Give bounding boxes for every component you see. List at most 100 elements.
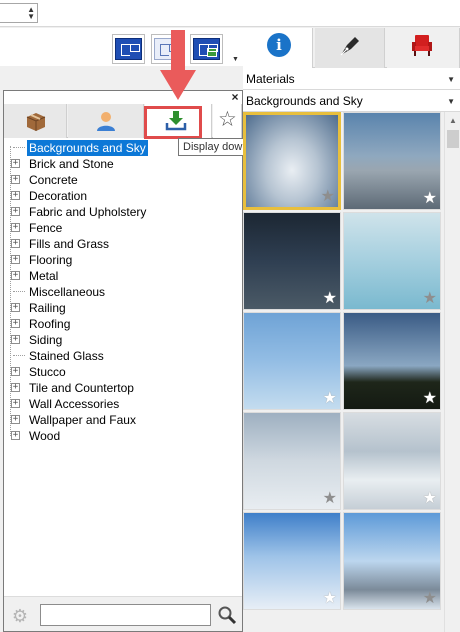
favorite-star-icon[interactable]: ★	[323, 491, 337, 507]
expand-icon[interactable]: +	[11, 207, 20, 216]
tree-item-label: Railing	[29, 301, 66, 315]
material-thumbnail[interactable]: ★	[243, 112, 341, 210]
material-thumbnail[interactable]: ★	[343, 412, 441, 510]
tree-item[interactable]: + Flooring	[5, 252, 239, 268]
favorite-star-icon[interactable]: ★	[423, 591, 437, 607]
tree-item-label: Flooring	[29, 253, 73, 267]
tree-item-label: Fence	[29, 221, 63, 235]
favorite-star-icon[interactable]: ★	[423, 491, 437, 507]
tree-item[interactable]: + Railing	[5, 300, 239, 316]
favorite-star-icon[interactable]: ★	[323, 291, 337, 307]
package-box-icon	[26, 113, 46, 131]
tree-connector	[13, 355, 25, 356]
favorite-star-icon[interactable]: ★	[423, 291, 437, 307]
favorite-star-icon[interactable]: ★	[323, 591, 337, 607]
tree-item-label: Wallpaper and Faux	[29, 413, 136, 427]
favorite-star-icon[interactable]: ★	[321, 189, 335, 205]
material-thumbnail[interactable]: ★	[243, 212, 341, 310]
tree-item[interactable]: + Wall Accessories	[5, 396, 239, 412]
favorite-star-icon[interactable]: ★	[423, 191, 437, 207]
expand-icon[interactable]: +	[11, 239, 20, 248]
favorite-star-icon[interactable]: ★	[423, 391, 437, 407]
magnifier-icon	[218, 606, 237, 625]
material-thumbnail[interactable]: ★	[343, 312, 441, 410]
search-input[interactable]	[40, 604, 211, 626]
material-thumbnail[interactable]: ★	[343, 212, 441, 310]
tab-furniture[interactable]	[387, 28, 460, 68]
tree-item[interactable]: + Wood	[5, 428, 239, 444]
tree-item[interactable]: Stained Glass	[5, 348, 239, 364]
tree-item[interactable]: + Fabric and Upholstery	[5, 204, 239, 220]
expand-icon[interactable]: +	[11, 367, 20, 376]
expand-icon[interactable]: +	[11, 271, 20, 280]
material-thumbnail[interactable]: ★	[343, 112, 441, 210]
tree-item-label: Fills and Grass	[29, 237, 110, 251]
fountain-pen-icon	[340, 37, 359, 56]
chevron-down-icon: ▼	[447, 97, 455, 106]
expand-icon[interactable]: +	[11, 383, 20, 392]
spin-buttons[interactable]: ▲ ▼	[27, 6, 35, 21]
tree-item[interactable]: + Brick and Stone	[5, 156, 239, 172]
category-select-value: Materials	[246, 72, 295, 86]
tab-library[interactable]	[4, 104, 67, 138]
tree-item-label: Concrete	[29, 173, 78, 187]
tree-item[interactable]: Backgrounds and Sky	[5, 140, 239, 156]
scroll-up-icon[interactable]: ▲	[449, 116, 457, 125]
tree-item[interactable]: + Tile and Countertop	[5, 380, 239, 396]
tab-info[interactable]: i	[243, 28, 313, 68]
expand-icon[interactable]: +	[11, 319, 20, 328]
tab-user-catalog[interactable]	[68, 104, 144, 138]
category-select[interactable]: Materials ▼	[243, 68, 460, 90]
toolbar-overflow-arrow[interactable]: ▼	[232, 56, 239, 63]
tree-item-label: Stained Glass	[29, 349, 104, 363]
tree-item[interactable]: Miscellaneous	[5, 284, 239, 300]
tree-item[interactable]: + Siding	[5, 332, 239, 348]
tree-item[interactable]: + Fence	[5, 220, 239, 236]
material-thumbnail[interactable]: ★	[243, 412, 341, 510]
close-icon[interactable]: ×	[229, 90, 241, 104]
tree-item-label: Siding	[29, 333, 63, 347]
tree-item-label: Backgrounds and Sky	[27, 140, 148, 156]
tree-item[interactable]: + Metal	[5, 268, 239, 284]
expand-icon[interactable]: +	[11, 431, 20, 440]
vertical-scrollbar[interactable]: ▲	[444, 112, 460, 632]
info-icon: i	[267, 33, 291, 57]
expand-icon[interactable]: +	[11, 399, 20, 408]
top-combobox[interactable]: ▲ ▼	[0, 3, 38, 23]
material-thumbnail[interactable]: ★	[243, 512, 341, 610]
expand-icon[interactable]: +	[11, 255, 20, 264]
material-thumbnail[interactable]: ★	[243, 312, 341, 410]
expand-icon[interactable]: +	[11, 303, 20, 312]
tree-item[interactable]: + Decoration	[5, 188, 239, 204]
subcategory-select-value: Backgrounds and Sky	[246, 94, 363, 108]
floor-plan-icon	[115, 38, 142, 60]
top-bar: ▲ ▼	[0, 0, 460, 27]
subcategory-select[interactable]: Backgrounds and Sky ▼	[243, 90, 460, 112]
annotation-arrow	[160, 30, 196, 100]
scroll-thumb[interactable]	[447, 130, 459, 148]
armchair-icon	[412, 35, 432, 56]
floor-plan-button[interactable]	[112, 34, 145, 64]
tree-item[interactable]: + Roofing	[5, 316, 239, 332]
material-thumbnail[interactable]: ★	[343, 512, 441, 610]
tree-item[interactable]: + Fills and Grass	[5, 236, 239, 252]
expand-icon[interactable]: +	[11, 223, 20, 232]
user-icon	[97, 112, 115, 131]
chevron-down-icon: ▼	[447, 75, 455, 84]
expand-icon[interactable]: +	[11, 159, 20, 168]
tree-item-label: Miscellaneous	[29, 285, 106, 299]
expand-icon[interactable]: +	[11, 191, 20, 200]
search-button[interactable]	[216, 604, 238, 626]
tab-pen[interactable]	[315, 28, 385, 68]
expand-icon[interactable]: +	[11, 175, 20, 184]
gear-icon[interactable]: ⚙	[10, 606, 30, 626]
tree-item-label: Stucco	[29, 365, 66, 379]
tab-favorites[interactable]: ☆	[213, 104, 242, 138]
tree-item[interactable]: + Stucco	[5, 364, 239, 380]
expand-icon[interactable]: +	[11, 415, 20, 424]
tree-item[interactable]: + Wallpaper and Faux	[5, 412, 239, 428]
expand-icon[interactable]: +	[11, 335, 20, 344]
tree-item[interactable]: + Concrete	[5, 172, 239, 188]
spin-down-icon[interactable]: ▼	[27, 13, 35, 21]
favorite-star-icon[interactable]: ★	[323, 391, 337, 407]
